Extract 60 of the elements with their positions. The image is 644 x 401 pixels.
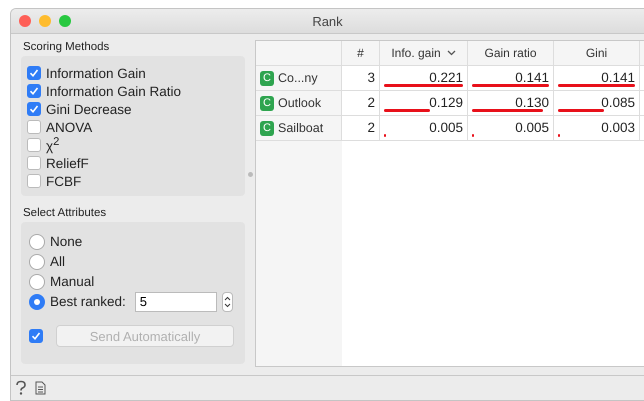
row-header[interactable]: C Co...ny bbox=[256, 66, 342, 91]
checkbox-label: χ$^{2}$ bbox=[46, 136, 60, 154]
table-cell: 2 bbox=[342, 116, 380, 141]
checkbox[interactable] bbox=[27, 66, 41, 80]
help-icon[interactable] bbox=[15, 380, 27, 396]
row-header[interactable]: C Sailboat bbox=[256, 116, 342, 141]
section-title: Scoring Methods bbox=[23, 41, 110, 53]
table-cell: 0.221 bbox=[380, 66, 468, 91]
column-header[interactable]: Gini bbox=[554, 41, 640, 66]
table-cell: 2 bbox=[342, 91, 380, 116]
checkbox[interactable] bbox=[27, 120, 41, 134]
radio-label: Manual bbox=[50, 274, 94, 289]
splitter-handle[interactable] bbox=[248, 172, 252, 177]
document-icon[interactable] bbox=[35, 381, 46, 395]
table-cell: 0.005 bbox=[468, 116, 554, 141]
checkbox-label: Information Gain Ratio bbox=[46, 84, 182, 98]
categorical-badge: C bbox=[260, 96, 274, 110]
radio-label: Best ranked: bbox=[50, 294, 126, 309]
column-header[interactable]: # bbox=[342, 41, 380, 66]
attribute-name: Sailboat bbox=[278, 121, 324, 135]
radio-button[interactable] bbox=[29, 294, 45, 310]
check-icon bbox=[31, 331, 41, 341]
attribute-name: Outlook bbox=[278, 96, 322, 110]
radio-button[interactable] bbox=[29, 234, 45, 250]
categorical-badge: C bbox=[260, 70, 274, 86]
close-button[interactable] bbox=[19, 15, 31, 27]
table-cell: 0.129 bbox=[380, 91, 468, 116]
checkbox[interactable] bbox=[27, 84, 41, 98]
table-cell: 0.085 bbox=[554, 91, 640, 116]
table-cell: 0.141 bbox=[554, 66, 640, 91]
stepper-icon[interactable] bbox=[222, 292, 233, 312]
checkbox-label: FCBF bbox=[46, 174, 82, 188]
radio-label: All bbox=[50, 254, 66, 269]
checkbox-label: Gini Decrease bbox=[46, 102, 132, 116]
best-ranked-field[interactable]: 5 bbox=[134, 292, 217, 312]
checkbox[interactable] bbox=[27, 156, 41, 170]
radio-label: None bbox=[50, 234, 82, 249]
table-cell: 0.003 bbox=[554, 116, 640, 141]
radio-button[interactable] bbox=[29, 254, 45, 270]
window-title: Rank bbox=[312, 14, 343, 28]
sort-caret-icon bbox=[446, 50, 456, 56]
checkbox-label: ReliefF bbox=[46, 156, 89, 170]
categorical-badge: C bbox=[260, 120, 274, 136]
minimize-button[interactable] bbox=[39, 15, 51, 27]
checkbox[interactable] bbox=[27, 138, 41, 152]
row-header[interactable]: C Outlook bbox=[256, 91, 342, 116]
radio-button[interactable] bbox=[29, 274, 45, 290]
checkbox-label: ANOVA bbox=[46, 120, 92, 134]
column-header[interactable]: Info. gain bbox=[380, 41, 468, 66]
table-cell: 0.005 bbox=[380, 116, 468, 141]
checkbox-label: Information Gain bbox=[46, 66, 146, 80]
table-cell: 3 bbox=[342, 66, 380, 91]
attribute-name: Co...ny bbox=[278, 71, 318, 85]
column-header[interactable]: Gain ratio bbox=[468, 41, 554, 66]
zoom-button[interactable] bbox=[59, 15, 71, 27]
checkbox[interactable] bbox=[27, 174, 41, 188]
checkbox[interactable] bbox=[27, 102, 41, 116]
table-cell: 0.141 bbox=[468, 66, 554, 91]
table-cell: 0.130 bbox=[468, 91, 554, 116]
section-title: Select Attributes bbox=[23, 207, 108, 219]
